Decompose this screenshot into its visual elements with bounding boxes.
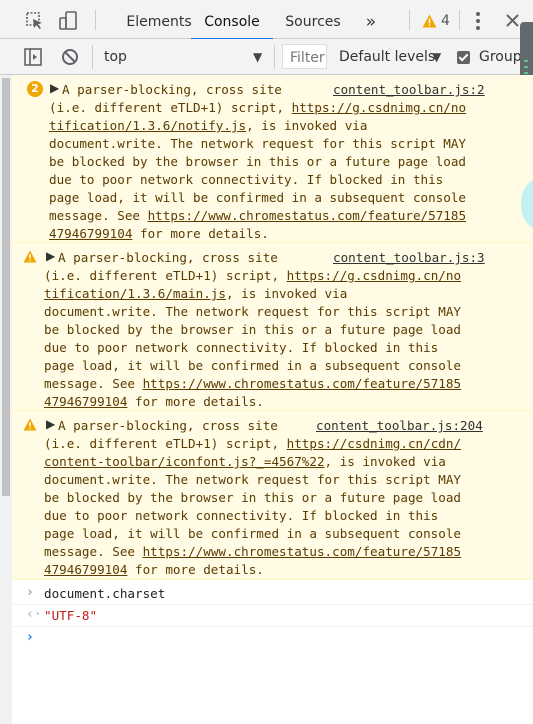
- divider: [274, 45, 275, 69]
- tab-sources[interactable]: Sources: [279, 0, 347, 38]
- console-warning-message[interactable]: 2 ▶ A parser-blocking, cross site conten…: [12, 75, 533, 243]
- message-text: for more details.: [127, 394, 264, 409]
- message-text: (i.e. different eTLD+1) script,: [49, 100, 292, 115]
- group-similar-label[interactable]: Group: [479, 49, 522, 65]
- message-line: document.write. The network request for …: [44, 304, 462, 319]
- chromestatus-link[interactable]: https://www.chromestatus.com/feature/571…: [143, 544, 461, 559]
- message-line: content-toolbar/iconfont.js?_=4567%22, i…: [44, 453, 446, 471]
- context-selector[interactable]: top: [104, 49, 127, 65]
- group-similar-checkbox[interactable]: [457, 51, 470, 64]
- message-line: page load, it will be confirmed in a sub…: [44, 526, 462, 541]
- divider: [95, 10, 96, 30]
- message-text: message. See: [44, 376, 143, 391]
- message-line: due to poor network connectivity. If blo…: [44, 340, 439, 355]
- close-icon[interactable]: [505, 13, 520, 28]
- more-options-icon[interactable]: [474, 11, 482, 31]
- chromestatus-link[interactable]: https://www.chromestatus.com/feature/571…: [143, 376, 461, 391]
- message-line: page load, it will be confirmed in a sub…: [44, 358, 462, 373]
- console-result: ‹· "UTF-8": [12, 605, 533, 627]
- tab-console[interactable]: Console: [191, 0, 273, 40]
- script-url-link[interactable]: https://g.csdnimg.cn/no: [287, 268, 461, 283]
- filter-placeholder[interactable]: Filter: [290, 50, 325, 66]
- chromestatus-link[interactable]: https://www.chromestatus.com/feature/571…: [148, 208, 466, 223]
- clear-console-icon[interactable]: [61, 48, 79, 66]
- console-warning-message[interactable]: ▶ A parser-blocking, cross site content_…: [12, 243, 533, 411]
- result-arrow-icon: ‹·: [26, 607, 42, 622]
- message-line: be blocked by the browser in this or a f…: [49, 154, 467, 169]
- message-text: for more details.: [127, 562, 264, 577]
- warning-count[interactable]: 4: [441, 13, 450, 29]
- divider: [409, 10, 410, 30]
- source-link[interactable]: content_toolbar.js:2: [333, 82, 485, 97]
- chevron-right-icon: ›: [26, 585, 34, 600]
- message-text: (i.e. different eTLD+1) script,: [44, 436, 287, 451]
- message-line: (i.e. different eTLD+1) script, https://…: [49, 99, 466, 117]
- sidebar-toggle-icon[interactable]: [24, 48, 42, 66]
- message-text: , is invoked via: [246, 118, 368, 133]
- script-url-link[interactable]: https://g.csdnimg.cn/no: [292, 100, 466, 115]
- source-link[interactable]: content_toolbar.js:3: [333, 250, 485, 265]
- message-line: document.write. The network request for …: [49, 136, 467, 151]
- divider: [459, 10, 460, 30]
- message-line: tification/1.3.6/notify.js, is invoked v…: [49, 117, 367, 135]
- warning-icon: [23, 250, 37, 263]
- message-line: A parser-blocking, cross site: [58, 418, 278, 433]
- device-toolbar-icon[interactable]: [57, 10, 79, 32]
- message-line: 47946799104 for more details.: [44, 393, 264, 411]
- message-line: be blocked by the browser in this or a f…: [44, 322, 462, 337]
- script-url-link-cont[interactable]: tification/1.3.6/main.js: [44, 286, 226, 301]
- chromestatus-link-cont[interactable]: 47946799104: [44, 394, 127, 409]
- message-line: message. See https://www.chromestatus.co…: [44, 543, 461, 561]
- message-line: due to poor network connectivity. If blo…: [49, 172, 444, 187]
- scrollbar-thumb[interactable]: [2, 78, 10, 496]
- message-line: (i.e. different eTLD+1) script, https://…: [44, 435, 461, 453]
- source-link[interactable]: content_toolbar.js:204: [316, 418, 483, 433]
- message-line: tification/1.3.6/main.js, is invoked via: [44, 285, 347, 303]
- log-levels-dropdown[interactable]: Default levels: [339, 49, 435, 65]
- warning-icon[interactable]: [422, 14, 437, 28]
- expand-triangle-icon[interactable]: ▶: [50, 81, 59, 95]
- inspect-element-icon[interactable]: [24, 10, 46, 32]
- repeat-count-badge: 2: [27, 81, 43, 97]
- message-line: page load, it will be confirmed in a sub…: [49, 190, 467, 205]
- script-url-link-cont[interactable]: tification/1.3.6/notify.js: [49, 118, 246, 133]
- message-line: (i.e. different eTLD+1) script, https://…: [44, 267, 461, 285]
- more-tabs-button[interactable]: »: [359, 0, 383, 38]
- message-line: 47946799104 for more details.: [44, 561, 264, 579]
- prompt-chevron-icon: ›: [26, 630, 34, 645]
- message-text: message. See: [49, 208, 148, 223]
- divider: [92, 45, 93, 69]
- console-input-echo: › document.charset: [12, 583, 533, 605]
- expand-triangle-icon[interactable]: ▶: [46, 417, 55, 431]
- message-line: document.write. The network request for …: [44, 472, 462, 487]
- expand-triangle-icon[interactable]: ▶: [46, 249, 55, 263]
- message-line: A parser-blocking, cross site: [62, 82, 282, 97]
- chevron-down-icon[interactable]: ▼: [432, 50, 441, 64]
- message-text: , is invoked via: [225, 286, 348, 301]
- message-line: 47946799104 for more details.: [49, 225, 269, 243]
- message-text: , is invoked via: [324, 454, 446, 469]
- command-text: document.charset: [44, 586, 166, 601]
- script-url-link-cont[interactable]: content-toolbar/iconfont.js?_=4567%22: [44, 454, 325, 469]
- devtools-tab-bar: Elements Console Sources » 4: [0, 0, 533, 40]
- chevron-down-icon[interactable]: ▼: [253, 50, 262, 64]
- console-toolbar: top ▼ Filter Default levels ▼ Group: [0, 39, 533, 75]
- console-warning-message[interactable]: ▶ A parser-blocking, cross site content_…: [12, 411, 533, 580]
- result-value: "UTF-8": [44, 608, 98, 623]
- message-line: A parser-blocking, cross site: [58, 250, 278, 265]
- chromestatus-link-cont[interactable]: 47946799104: [44, 562, 127, 577]
- script-url-link[interactable]: https://csdnimg.cn/cdn/: [287, 436, 461, 451]
- message-text: for more details.: [132, 226, 269, 241]
- console-prompt[interactable]: ›: [12, 628, 533, 650]
- message-text: message. See: [44, 544, 143, 559]
- message-line: be blocked by the browser in this or a f…: [44, 490, 462, 505]
- message-line: due to poor network connectivity. If blo…: [44, 508, 439, 523]
- message-text: (i.e. different eTLD+1) script,: [44, 268, 287, 283]
- message-line: message. See https://www.chromestatus.co…: [49, 207, 466, 225]
- warning-icon: [23, 418, 37, 431]
- chromestatus-link-cont[interactable]: 47946799104: [49, 226, 132, 241]
- message-line: message. See https://www.chromestatus.co…: [44, 375, 461, 393]
